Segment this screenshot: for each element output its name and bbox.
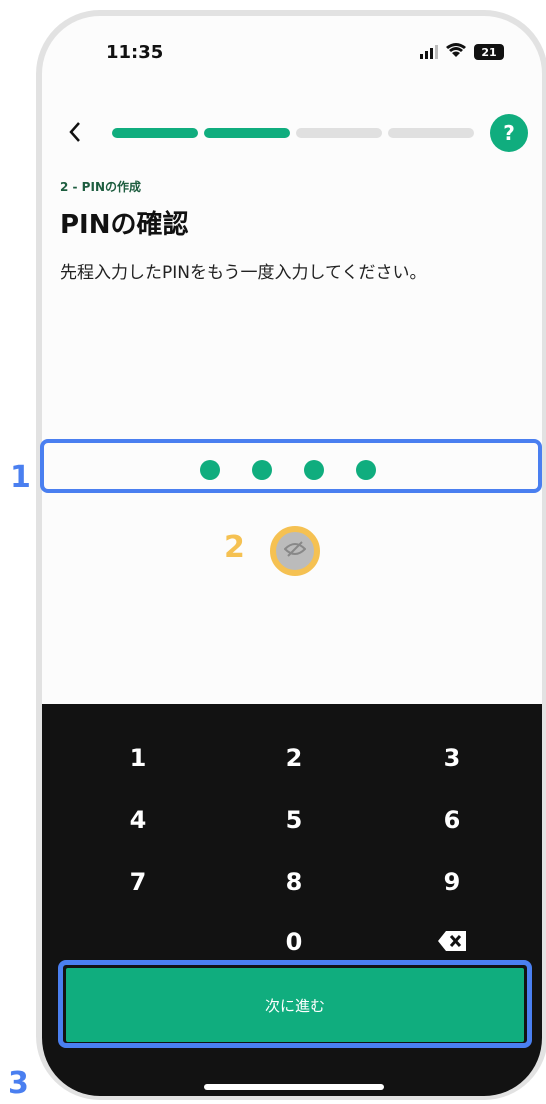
- page-description: 先程入力したPINをもう一度入力してください。: [60, 263, 427, 283]
- eye-off-icon: [283, 540, 307, 562]
- home-indicator: [204, 1084, 384, 1090]
- app-screen: 11:35 21 ? 2 - PINの作成 PINの確認 先程入力したPINをも…: [42, 16, 542, 1096]
- annotation-number-2: 2: [224, 530, 245, 565]
- backspace-icon: [437, 930, 467, 958]
- annotation-number-1: 1: [10, 460, 31, 495]
- key-5[interactable]: 5: [254, 806, 334, 834]
- back-button[interactable]: [68, 120, 82, 148]
- status-icons: 21: [420, 42, 504, 62]
- key-2[interactable]: 2: [254, 744, 334, 772]
- key-7[interactable]: 7: [98, 868, 178, 896]
- step-progress: [112, 128, 474, 138]
- battery-icon: 21: [474, 44, 504, 60]
- help-button[interactable]: ?: [490, 114, 528, 152]
- pin-visibility-toggle[interactable]: [270, 526, 320, 576]
- annotation-number-3: 3: [8, 1066, 29, 1101]
- key-8[interactable]: 8: [254, 868, 334, 896]
- signal-icon: [420, 45, 438, 59]
- page-title: PINの確認: [60, 210, 189, 240]
- key-0[interactable]: 0: [254, 928, 334, 956]
- progress-step: [112, 128, 198, 138]
- key-1[interactable]: 1: [98, 744, 178, 772]
- key-4[interactable]: 4: [98, 806, 178, 834]
- step-label: 2 - PINの作成: [60, 180, 141, 194]
- progress-step: [388, 128, 474, 138]
- key-9[interactable]: 9: [412, 868, 492, 896]
- key-6[interactable]: 6: [412, 806, 492, 834]
- progress-step: [296, 128, 382, 138]
- highlight-box-next: [58, 960, 532, 1048]
- chevron-left-icon: [68, 117, 82, 150]
- highlight-box-pin: [40, 439, 542, 493]
- progress-step: [204, 128, 290, 138]
- wifi-icon: [446, 42, 466, 62]
- status-time: 11:35: [106, 42, 164, 63]
- delete-button[interactable]: [412, 930, 492, 958]
- key-3[interactable]: 3: [412, 744, 492, 772]
